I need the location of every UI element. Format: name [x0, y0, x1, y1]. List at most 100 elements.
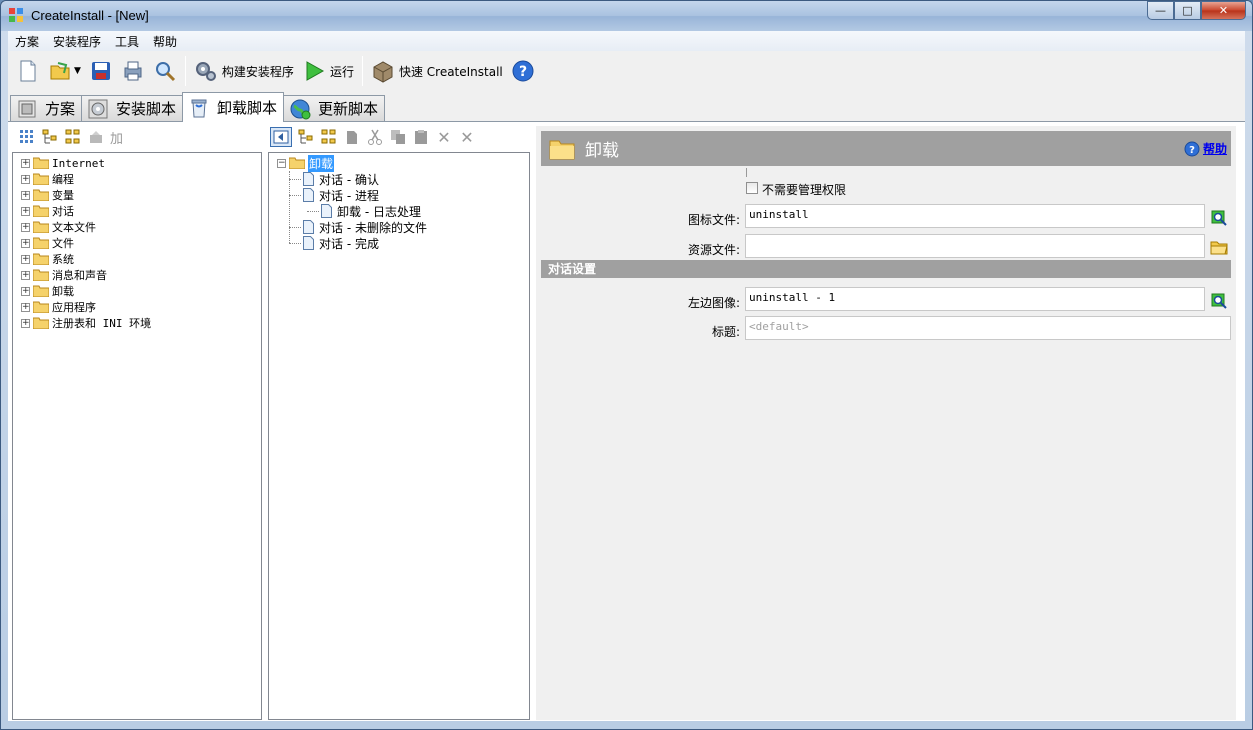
- expand-toggle-icon[interactable]: +: [21, 254, 30, 264]
- script-tree-item[interactable]: 对话 - 进程: [277, 187, 529, 203]
- icon-file-input[interactable]: uninstall: [745, 204, 1205, 228]
- close-button[interactable]: ✕: [1201, 1, 1246, 20]
- title-bar[interactable]: CreateInstall - [New] — □ ✕: [1, 1, 1252, 31]
- menu-help[interactable]: 帮助: [146, 33, 184, 50]
- minimize-button[interactable]: —: [1147, 1, 1174, 20]
- menu-project[interactable]: 方案: [8, 33, 46, 50]
- expand-tree-icon[interactable]: [41, 128, 59, 146]
- script-tree-label: 对话 - 进程: [319, 188, 379, 203]
- add-command-icon[interactable]: [87, 128, 105, 146]
- paste-icon[interactable]: [412, 128, 430, 146]
- caption-input[interactable]: <default>: [745, 316, 1231, 340]
- svg-text:?: ?: [1189, 145, 1195, 156]
- command-category-item[interactable]: + 对话: [21, 203, 261, 219]
- left-image-input[interactable]: uninstall - 1: [745, 287, 1205, 311]
- expand-toggle-icon[interactable]: +: [21, 270, 30, 280]
- script-tree-item[interactable]: 对话 - 确认: [277, 171, 529, 187]
- menu-setup[interactable]: 安装程序: [46, 33, 108, 50]
- quick-createinstall-button[interactable]: 快速 CreateInstall: [367, 55, 507, 87]
- expand-toggle-icon[interactable]: +: [21, 174, 30, 184]
- help-link[interactable]: ? 帮助: [1184, 140, 1227, 157]
- expand-tree-icon[interactable]: [297, 128, 315, 146]
- tree-connector: [289, 171, 290, 243]
- maximize-button[interactable]: □: [1174, 1, 1201, 20]
- collapse-tree-icon[interactable]: [320, 128, 338, 146]
- tab-install-script[interactable]: 安装脚本: [81, 95, 184, 121]
- project-icon: [15, 98, 39, 120]
- toolbar-separator: [184, 56, 186, 86]
- delete-icon[interactable]: ✕: [435, 128, 453, 147]
- expand-toggle-icon[interactable]: +: [21, 302, 30, 312]
- tab-uninstall-script[interactable]: 卸载脚本: [182, 92, 285, 122]
- print-button[interactable]: [117, 55, 149, 87]
- move-left-icon[interactable]: [270, 127, 292, 147]
- command-category-item[interactable]: + 卸载: [21, 283, 261, 299]
- command-category-item[interactable]: + 变量: [21, 187, 261, 203]
- uninstall-workarea: 加 + Internet + 编程 + 变量 + 对话 + 文本文件 + 文件 + 系统 + 消息和声音 + 卸载…: [8, 121, 1245, 721]
- expand-toggle-icon[interactable]: +: [21, 318, 30, 328]
- help-icon: ?: [1184, 141, 1200, 156]
- tree-connector: [307, 211, 319, 212]
- command-list-tree[interactable]: + Internet + 编程 + 变量 + 对话 + 文本文件 + 文件 + 系统 + 消息和声音 + 卸载 + 应…: [12, 152, 262, 720]
- help-button[interactable]: ?: [507, 55, 539, 87]
- open-button[interactable]: ▼: [44, 55, 85, 87]
- new-button[interactable]: [12, 55, 44, 87]
- build-button[interactable]: 构建安装程序: [190, 55, 298, 87]
- script-tree[interactable]: − 卸载 对话 - 确认 对话 - 进程 卸载 - 日志处理 对话 - 未删除的文件对…: [268, 152, 530, 720]
- maximize-icon: □: [1182, 4, 1193, 17]
- cut-icon[interactable]: [366, 128, 384, 146]
- command-category-item[interactable]: + 文件: [21, 235, 261, 251]
- collapse-tree-icon[interactable]: [64, 128, 82, 146]
- open-folder-icon[interactable]: [1210, 238, 1228, 256]
- no-admin-checkbox[interactable]: [746, 182, 758, 194]
- add-label[interactable]: 加: [110, 128, 123, 147]
- save-button[interactable]: [85, 55, 117, 87]
- app-logo-icon: [9, 8, 23, 22]
- folder-icon: [289, 157, 305, 169]
- copy-icon[interactable]: [389, 128, 407, 146]
- tab-update-script[interactable]: 更新脚本: [283, 95, 386, 121]
- tree-connector: [289, 243, 301, 244]
- close-icon: ✕: [1218, 4, 1229, 17]
- command-category-item[interactable]: + Internet: [21, 155, 261, 171]
- collapse-toggle-icon[interactable]: −: [277, 158, 286, 168]
- quick-label: 快速 CreateInstall: [398, 64, 503, 79]
- folder-icon: [33, 189, 49, 201]
- expand-toggle-icon[interactable]: +: [21, 206, 30, 216]
- script-tree-item[interactable]: 对话 - 完成: [277, 235, 529, 251]
- print-icon: [124, 61, 142, 81]
- run-button[interactable]: 运行: [298, 55, 358, 87]
- grid-view-icon[interactable]: [18, 128, 36, 146]
- tree-root-uninstall[interactable]: − 卸载: [277, 154, 529, 172]
- resource-file-input[interactable]: [745, 234, 1205, 258]
- client-area: 方案 安装程序 工具 帮助 ▼ 构建安装程序 运行 快速 CreateInsta…: [8, 31, 1245, 721]
- insert-icon[interactable]: [343, 128, 361, 146]
- command-category-item[interactable]: + 文本文件: [21, 219, 261, 235]
- tree-connector: [289, 195, 301, 196]
- preview-button[interactable]: [149, 55, 181, 87]
- box-icon: [373, 61, 393, 83]
- expand-toggle-icon[interactable]: +: [21, 190, 30, 200]
- command-category-item[interactable]: + 注册表和 INI 环境: [21, 315, 261, 331]
- expand-toggle-icon[interactable]: +: [21, 238, 30, 248]
- script-tree-item[interactable]: 卸载 - 日志处理: [277, 203, 529, 219]
- remove-all-icon[interactable]: ✕: [458, 128, 476, 147]
- caption-label: 标题:: [711, 325, 740, 339]
- expand-toggle-icon[interactable]: +: [21, 286, 30, 296]
- icon-file-label: 图标文件:: [687, 213, 740, 227]
- dropdown-arrow-icon[interactable]: ▼: [74, 66, 81, 76]
- folder-icon: [33, 157, 49, 169]
- command-category-item[interactable]: + 系统: [21, 251, 261, 267]
- no-admin-label: 不需要管理权限: [762, 183, 847, 197]
- command-category-item[interactable]: + 应用程序: [21, 299, 261, 315]
- expand-toggle-icon[interactable]: +: [21, 222, 30, 232]
- command-category-item[interactable]: + 编程: [21, 171, 261, 187]
- tab-project[interactable]: 方案: [10, 95, 83, 121]
- menu-tools[interactable]: 工具: [108, 33, 146, 50]
- script-tree-item[interactable]: 对话 - 未删除的文件: [277, 219, 529, 235]
- browse-icon[interactable]: [1210, 208, 1228, 226]
- browse-icon[interactable]: [1210, 291, 1228, 309]
- expand-toggle-icon[interactable]: +: [21, 158, 30, 168]
- command-category-item[interactable]: + 消息和声音: [21, 267, 261, 283]
- app-window: CreateInstall - [New] — □ ✕ 方案 安装程序 工具 帮…: [0, 0, 1253, 730]
